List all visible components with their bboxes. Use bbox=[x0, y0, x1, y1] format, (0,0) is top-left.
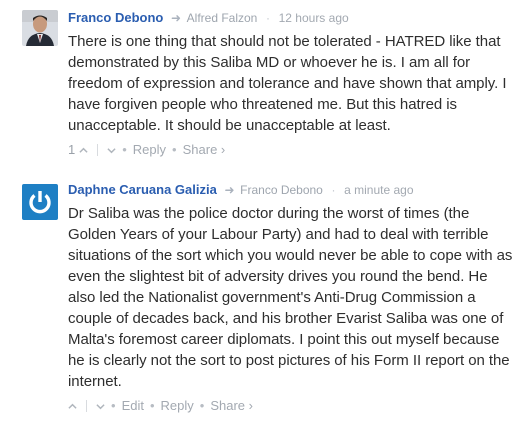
chevron-up-icon[interactable] bbox=[68, 397, 77, 415]
timestamp[interactable]: 12 hours ago bbox=[279, 11, 349, 25]
share-link[interactable]: Share › bbox=[210, 397, 253, 415]
power-logo-icon bbox=[22, 184, 58, 220]
separator-dot: · bbox=[331, 183, 336, 197]
arrow-right-icon: ➜ bbox=[224, 183, 235, 197]
chevron-up-icon[interactable] bbox=[79, 141, 88, 159]
reply-to-name[interactable]: Alfred Falzon bbox=[187, 11, 258, 25]
comment-header: Franco Debono ➜ Alfred Falzon · 12 hours… bbox=[68, 10, 513, 26]
vote-divider bbox=[97, 144, 99, 156]
avatar[interactable] bbox=[22, 10, 58, 46]
reply-link[interactable]: Reply bbox=[161, 397, 194, 415]
separator-dot: · bbox=[265, 11, 270, 25]
separator-dot: • bbox=[122, 142, 127, 157]
vote-count: 1 bbox=[68, 142, 76, 157]
chevron-down-icon[interactable] bbox=[96, 397, 105, 415]
separator-dot: • bbox=[111, 398, 116, 413]
separator-dot: • bbox=[149, 398, 155, 413]
comment-text: There is one thing that should not be to… bbox=[68, 33, 507, 134]
arrow-right-icon: ➜ bbox=[170, 11, 182, 25]
edit-link[interactable]: Edit bbox=[122, 397, 144, 415]
vote-divider bbox=[86, 400, 87, 412]
separator-dot: • bbox=[172, 142, 177, 157]
separator-dot: • bbox=[199, 398, 205, 413]
author-name[interactable]: Franco Debono bbox=[68, 10, 163, 25]
reply-link[interactable]: Reply bbox=[133, 141, 166, 159]
comment-footer: 1 • Reply • Share › bbox=[68, 141, 513, 159]
author-name[interactable]: Daphne Caruana Galizia bbox=[68, 182, 217, 197]
comment-footer: • Edit • Reply • Share › bbox=[68, 397, 513, 415]
avatar[interactable] bbox=[22, 184, 58, 220]
chevron-down-icon[interactable] bbox=[107, 141, 116, 159]
share-link[interactable]: Share › bbox=[183, 141, 226, 159]
comment-text: Dr Saliba was the police doctor during t… bbox=[68, 205, 513, 390]
reply-to-name[interactable]: Franco Debono bbox=[240, 183, 323, 197]
comment-header: Daphne Caruana Galizia ➜ Franco Debono ·… bbox=[68, 182, 513, 198]
avatar-photo bbox=[22, 10, 58, 46]
timestamp[interactable]: a minute ago bbox=[344, 183, 413, 197]
